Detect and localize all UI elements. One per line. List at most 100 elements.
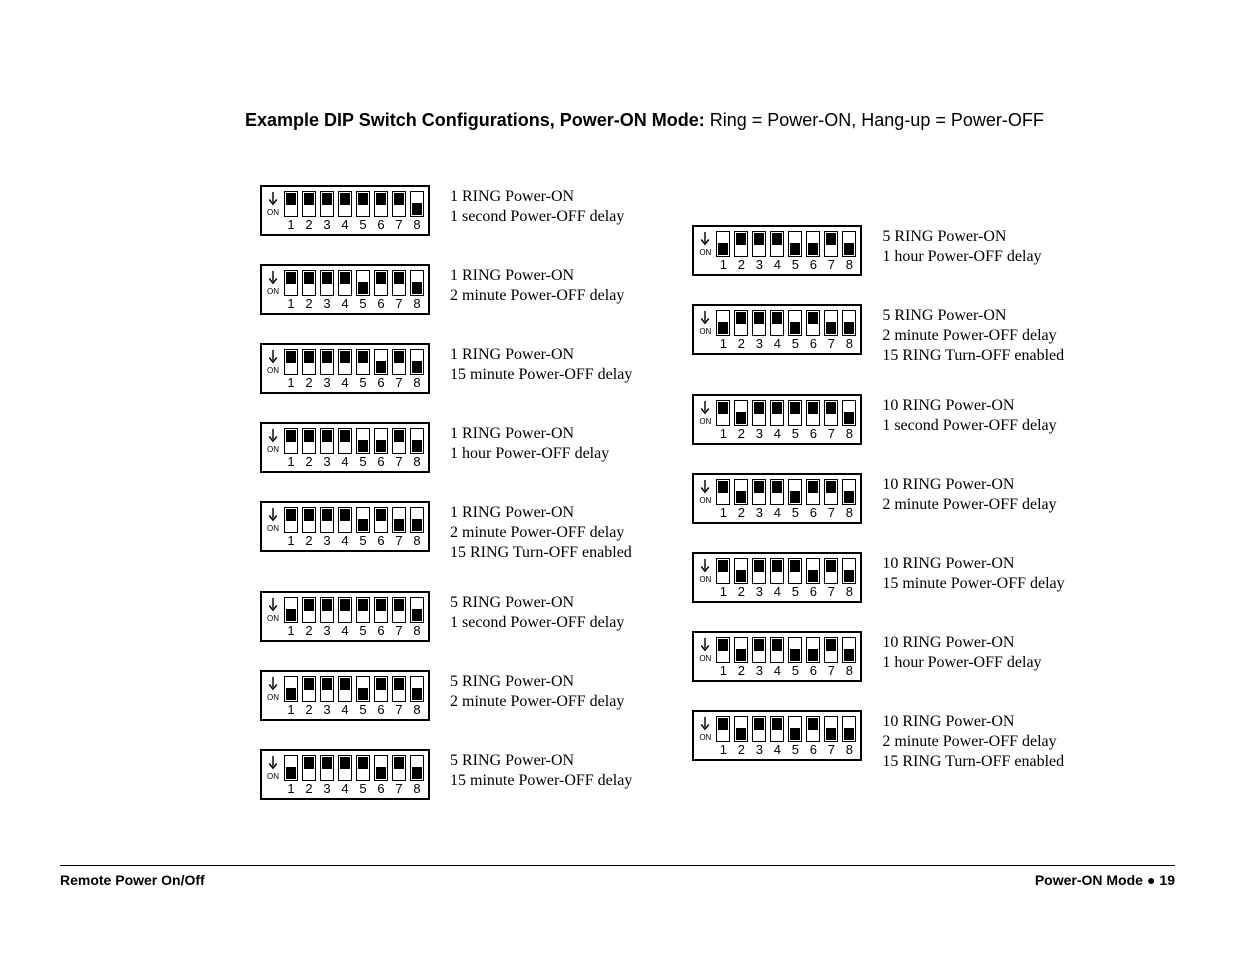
dip-slot <box>824 231 838 257</box>
dip-numbers: 12345678 <box>716 585 856 599</box>
config-row: ON 12345678 10 RING Power-ON15 minute Powe… <box>692 552 1064 603</box>
on-arrow-icon: ON <box>698 231 712 257</box>
config-row: ON1234567810 RING Power-ON1 second Power… <box>692 394 1064 445</box>
dip-top: ON <box>698 400 856 426</box>
dip-number: 5 <box>356 782 370 796</box>
dip-slot <box>716 558 730 584</box>
dip-slot <box>374 597 388 623</box>
dip-number: 2 <box>302 218 316 232</box>
dip-number: 3 <box>752 506 766 520</box>
dip-knob <box>286 767 296 779</box>
dip-knob <box>340 430 350 442</box>
config-line: 1 hour Power-OFF delay <box>450 444 609 464</box>
dip-slot <box>770 637 784 663</box>
config-row: ON123456781 RING Power-ON1 hour Power-OF… <box>260 422 632 473</box>
dip-top: ON <box>266 597 424 623</box>
dip-knob <box>736 491 746 503</box>
dip-number: 8 <box>842 664 856 678</box>
config-line: 2 minute Power-OFF delay <box>450 692 624 712</box>
dip-knob <box>304 272 314 284</box>
dip-number: 3 <box>752 337 766 351</box>
footer-dot: ● <box>1143 872 1159 888</box>
page: Example DIP Switch Configurations, Power… <box>0 0 1235 954</box>
dip-number: 7 <box>392 624 406 638</box>
dip-slot <box>788 479 802 505</box>
config-line: 5 RING Power-ON <box>450 593 624 613</box>
dip-knob <box>358 519 368 531</box>
dip-switch: ON12345678 <box>692 710 862 761</box>
dip-slots <box>284 507 424 533</box>
dip-knob <box>322 430 332 442</box>
dip-slots <box>716 310 856 336</box>
dip-slot <box>788 231 802 257</box>
dip-knob <box>736 233 746 245</box>
dip-knob <box>808 312 818 324</box>
dip-slot <box>320 755 334 781</box>
heading-bold: Example DIP Switch Configurations, Power… <box>245 110 705 130</box>
dip-number: 1 <box>716 427 730 441</box>
config-line: 2 minute Power-OFF delay <box>882 326 1064 346</box>
dip-number: 6 <box>374 624 388 638</box>
on-label: ON <box>267 367 279 375</box>
dip-knob <box>790 649 800 661</box>
dip-number: 1 <box>284 703 298 717</box>
heading-rest: Ring = Power-ON, Hang-up = Power-OFF <box>705 110 1044 130</box>
columns: ON123456781 RING Power-ON1 second Power-… <box>260 185 1175 828</box>
on-label: ON <box>267 209 279 217</box>
dip-number: 2 <box>302 376 316 390</box>
dip-knob <box>340 757 350 769</box>
config-line: 1 RING Power-ON <box>450 187 624 207</box>
dip-numbers: 12345678 <box>284 218 424 232</box>
dip-knob <box>394 757 404 769</box>
on-label: ON <box>699 576 711 584</box>
dip-switch: ON12345678 <box>692 631 862 682</box>
dip-slot <box>788 400 802 426</box>
dip-slot <box>284 270 298 296</box>
dip-slot <box>320 676 334 702</box>
dip-number: 4 <box>338 782 352 796</box>
dip-slots <box>716 479 856 505</box>
dip-slot <box>410 755 424 781</box>
dip-top: ON <box>698 231 856 257</box>
dip-knob <box>718 243 728 255</box>
dip-slot <box>356 676 370 702</box>
dip-number: 1 <box>716 664 730 678</box>
dip-number: 7 <box>824 427 838 441</box>
footer-row: Remote Power On/Off Power-ON Mode●19 <box>60 872 1175 888</box>
dip-slot <box>824 310 838 336</box>
dip-number: 1 <box>284 534 298 548</box>
dip-slot <box>320 349 334 375</box>
dip-knob <box>286 509 296 521</box>
config-description: 1 RING Power-ON2 minute Power-OFF delay1… <box>450 501 632 563</box>
dip-number: 5 <box>788 506 802 520</box>
dip-knob <box>358 282 368 294</box>
dip-number: 8 <box>842 337 856 351</box>
dip-slot <box>716 716 730 742</box>
config-row: ON123456785 RING Power-ON2 minute Power-… <box>692 304 1064 366</box>
dip-number: 5 <box>356 376 370 390</box>
dip-number: 7 <box>824 743 838 757</box>
dip-slot <box>770 231 784 257</box>
dip-slot <box>374 191 388 217</box>
dip-number: 6 <box>806 664 820 678</box>
dip-top: ON <box>698 310 856 336</box>
dip-slot <box>788 310 802 336</box>
dip-slots <box>284 428 424 454</box>
config-line: 10 RING Power-ON <box>882 554 1064 574</box>
config-line: 2 minute Power-OFF delay <box>450 286 624 306</box>
dip-knob <box>376 361 386 373</box>
dip-knob <box>322 757 332 769</box>
dip-knob <box>790 243 800 255</box>
dip-number: 5 <box>788 585 802 599</box>
dip-knob <box>394 599 404 611</box>
dip-number: 2 <box>302 297 316 311</box>
dip-knob <box>772 481 782 493</box>
config-line: 15 minute Power-OFF delay <box>882 574 1064 594</box>
dip-slot <box>338 270 352 296</box>
dip-number: 1 <box>284 782 298 796</box>
dip-knob <box>844 649 854 661</box>
dip-slot <box>842 231 856 257</box>
dip-numbers: 12345678 <box>284 455 424 469</box>
dip-slot <box>806 637 820 663</box>
dip-number: 2 <box>734 664 748 678</box>
